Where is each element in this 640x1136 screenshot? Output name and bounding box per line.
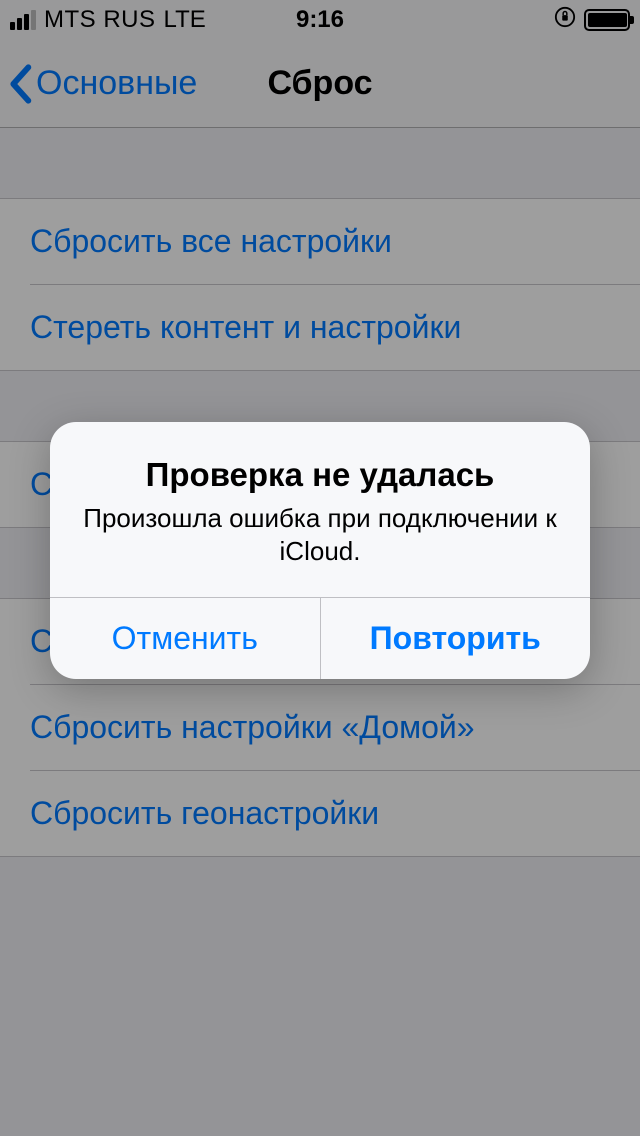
retry-label: Повторить [370,620,541,656]
alert-title: Проверка не удалась [80,456,560,494]
alert-dialog: Проверка не удалась Произошла ошибка при… [50,422,590,679]
alert-message: Произошла ошибка при подключении к iClou… [80,502,560,567]
retry-button[interactable]: Повторить [320,598,591,679]
cancel-button[interactable]: Отменить [50,598,320,679]
cancel-label: Отменить [112,620,258,656]
